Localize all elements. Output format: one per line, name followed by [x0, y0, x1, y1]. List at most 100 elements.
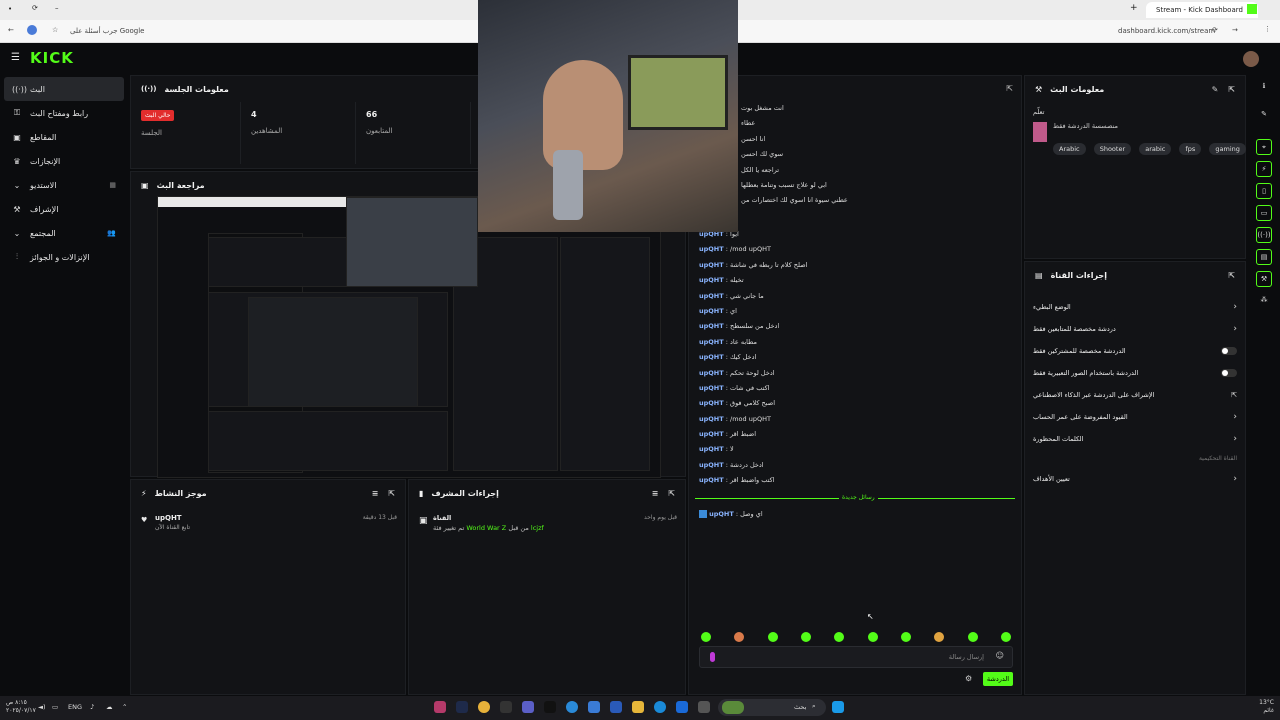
windows-start-icon[interactable] — [832, 701, 844, 713]
account-age-row[interactable]: القيود المفروضة على عمر الحساب › — [1033, 406, 1237, 428]
moderator-link[interactable]: lcjzf — [531, 524, 544, 532]
chat-user[interactable]: upQHT — [699, 369, 724, 377]
tag-pill[interactable]: arabic — [1139, 143, 1172, 155]
store-icon[interactable] — [610, 701, 622, 713]
sidebar-item-clips[interactable]: ▣ المقاطع — [4, 125, 124, 149]
emote-icon[interactable] — [834, 632, 845, 642]
capture-icon[interactable]: ⌖ — [1256, 139, 1272, 155]
chat-user[interactable]: upQHT — [699, 276, 724, 284]
chat-user[interactable]: upQHT — [699, 261, 724, 269]
network-icon[interactable]: ▭ — [52, 703, 58, 711]
chat-user[interactable]: upQHT — [699, 353, 724, 361]
phone-icon[interactable]: ▯ — [1256, 183, 1272, 199]
community-icon[interactable]: ⁂ — [1256, 293, 1272, 309]
chat-user[interactable]: upQHT — [709, 510, 734, 518]
emote-icon[interactable] — [967, 632, 978, 642]
forward-icon[interactable]: → — [1232, 26, 1238, 34]
category-thumbnail[interactable] — [1033, 122, 1047, 142]
emote-icon[interactable] — [934, 632, 945, 642]
chrome-icon[interactable] — [478, 701, 490, 713]
set-goals-row[interactable]: تعيين الأهداف › — [1033, 468, 1237, 490]
chat-user[interactable]: upQHT — [699, 338, 724, 346]
steam-icon[interactable] — [456, 701, 468, 713]
edge-icon[interactable] — [654, 701, 666, 713]
filter-icon[interactable]: ≡ — [372, 489, 379, 498]
send-chat-button[interactable]: الدردشة — [983, 672, 1013, 686]
info-icon[interactable]: ℹ — [1256, 79, 1272, 95]
activity-user[interactable]: upQHT — [155, 514, 182, 522]
broadcast-icon[interactable]: ((·)) — [1256, 227, 1272, 243]
chat-user[interactable]: upQHT — [699, 307, 724, 315]
tag-pill[interactable]: gaming — [1209, 143, 1246, 155]
popout-icon[interactable]: ⇱ — [1228, 271, 1235, 280]
tag-pill[interactable]: fps — [1179, 143, 1202, 155]
chat-user[interactable]: upQHT — [699, 399, 724, 407]
popout-icon[interactable]: ⇱ — [668, 489, 675, 498]
chat-user[interactable]: upQHT — [699, 476, 724, 484]
popout-icon[interactable]: ⇱ — [1228, 85, 1235, 94]
sidebar-item-drops[interactable]: ⫶ الإنزالات و الجوائز — [4, 245, 124, 269]
app-icon[interactable] — [588, 701, 600, 713]
bolt-icon[interactable]: ⚡ — [1256, 161, 1272, 177]
mic-icon[interactable] — [710, 652, 715, 662]
emote-icon[interactable] — [900, 632, 911, 642]
sidebar-item-studio[interactable]: ⌄ الاستديو ▦ — [4, 173, 124, 197]
emote-icon[interactable] — [701, 632, 711, 642]
chat-user[interactable]: upQHT — [699, 384, 724, 392]
popout-icon[interactable]: ⇱ — [1006, 84, 1013, 93]
browser-menu-icon[interactable]: ⋮ — [1264, 25, 1271, 33]
stream-video[interactable] — [157, 196, 662, 478]
tray-expand-icon[interactable]: ⌃ — [122, 703, 127, 711]
chat-user[interactable]: upQHT — [699, 461, 724, 469]
folder-icon[interactable] — [632, 701, 644, 713]
tray-icon[interactable]: ☁ — [106, 703, 113, 711]
speaker-icon[interactable]: ◄) — [38, 703, 46, 711]
game-link[interactable]: World War Z — [466, 524, 506, 532]
emotes-only-toggle[interactable] — [1221, 369, 1237, 377]
teams-icon[interactable] — [522, 701, 534, 713]
filter-icon[interactable]: ≡ — [652, 489, 659, 498]
subscribers-only-toggle[interactable] — [1221, 347, 1237, 355]
tag-pill[interactable]: Shooter — [1093, 143, 1132, 155]
emote-icon[interactable] — [867, 632, 878, 642]
sidebar-item-community[interactable]: ⌄ المجتمع 👥 — [4, 221, 124, 245]
edit-icon[interactable]: ✎ — [1212, 85, 1219, 94]
window-menu-icon[interactable]: • — [8, 5, 12, 13]
settings-icon[interactable]: ⚙ — [965, 674, 972, 683]
emoji-icon[interactable]: ☺ — [996, 651, 1004, 660]
chat-input[interactable]: إرسال رسالة ☺ — [699, 646, 1013, 668]
minimize-icon[interactable]: – — [55, 4, 59, 12]
app-icon[interactable] — [434, 701, 446, 713]
slow-mode-row[interactable]: الوضع البطيء › — [1033, 296, 1237, 318]
new-tab-button[interactable]: + — [1130, 3, 1138, 13]
kick-logo[interactable]: KICK — [30, 49, 74, 67]
google-search-hint[interactable]: جرب أسئلة على Google — [70, 27, 144, 35]
url-field[interactable]: dashboard.kick.com/stream — [1118, 27, 1215, 35]
emote-icon[interactable] — [767, 632, 778, 642]
app-icon[interactable] — [500, 701, 512, 713]
banned-words-row[interactable]: الكلمات المحظورة › — [1033, 428, 1237, 450]
sidebar-item-moderation[interactable]: ⚒ الإشراف — [4, 197, 124, 221]
wrench-icon[interactable]: ⚒ — [1256, 271, 1272, 287]
app-icon[interactable] — [698, 701, 710, 713]
chat-user[interactable]: upQHT — [699, 292, 724, 300]
sidebar-item-stream[interactable]: ((·)) البث — [4, 77, 124, 101]
edit-icon[interactable]: ✎ — [1256, 107, 1272, 123]
chat-user[interactable]: upQHT — [699, 430, 724, 438]
emote-icon[interactable] — [734, 632, 745, 642]
ai-moderation-row[interactable]: الإشراف على الدردشة عبر الذكاء الاصطناعي… — [1033, 384, 1237, 406]
avatar[interactable] — [1243, 51, 1259, 67]
taskbar-search[interactable]: بحث ⌕ — [718, 699, 826, 716]
reload-icon[interactable]: ⟳ — [32, 4, 38, 12]
profile-icon[interactable] — [27, 25, 37, 35]
chat-icon[interactable]: ▭ — [1256, 205, 1272, 221]
star-icon[interactable]: ☆ — [52, 26, 58, 34]
refresh-icon[interactable]: ⟳ — [1212, 26, 1218, 34]
chat-user[interactable]: upQHT — [699, 322, 724, 330]
mic-icon[interactable]: ♪ — [90, 703, 94, 711]
tab-kick-dashboard[interactable]: Stream - Kick Dashboard — [1146, 2, 1258, 18]
telegram-icon[interactable] — [566, 701, 578, 713]
emote-icon[interactable] — [800, 632, 811, 642]
chat-user[interactable]: upQHT — [699, 245, 724, 253]
chat-user[interactable]: upQHT — [699, 415, 724, 423]
